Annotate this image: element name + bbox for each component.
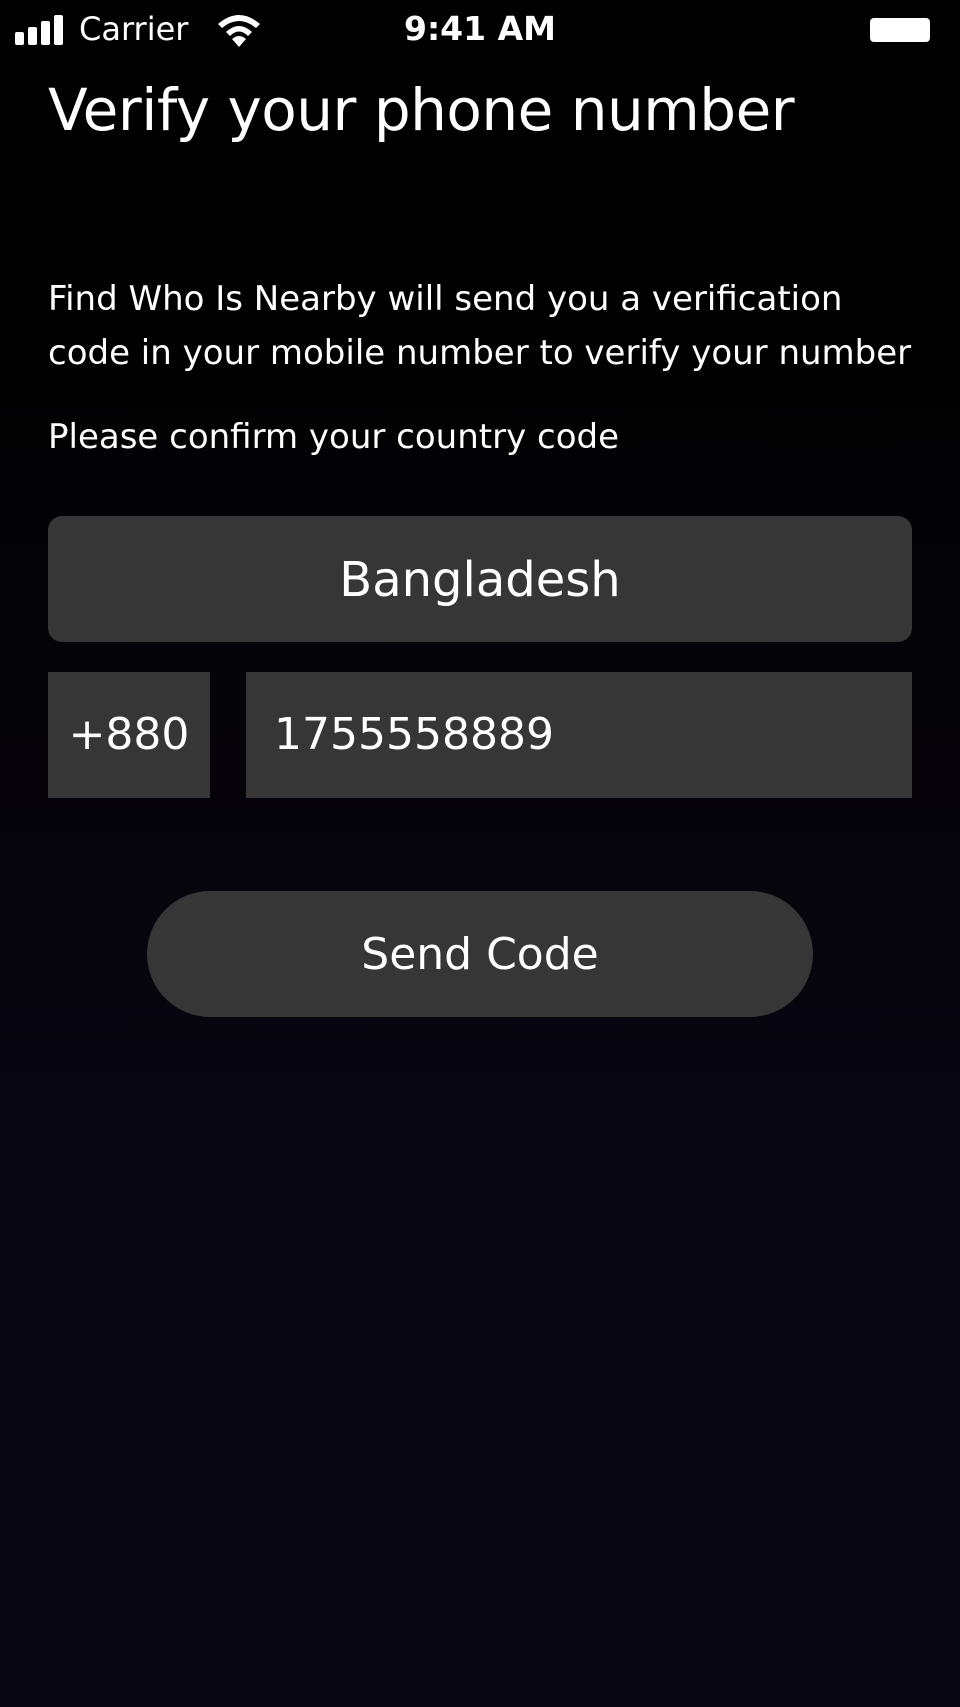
battery-icon	[870, 18, 930, 42]
dial-code-field[interactable]: +880	[48, 672, 210, 798]
verification-description: Find Who Is Nearby will send you a verif…	[48, 279, 912, 373]
verify-phone-screen: Carrier 9:41 AM Verify your phone number…	[0, 0, 960, 1707]
page-title: Verify your phone number	[48, 76, 795, 144]
phone-number-input[interactable]	[246, 672, 912, 798]
country-code-prompt: Please confirm your country code	[48, 417, 619, 457]
status-bar: Carrier 9:41 AM	[0, 0, 960, 60]
country-select-button[interactable]: Bangladesh	[48, 516, 912, 642]
status-time: 9:41 AM	[404, 9, 556, 48]
send-code-button[interactable]: Send Code	[147, 891, 813, 1017]
